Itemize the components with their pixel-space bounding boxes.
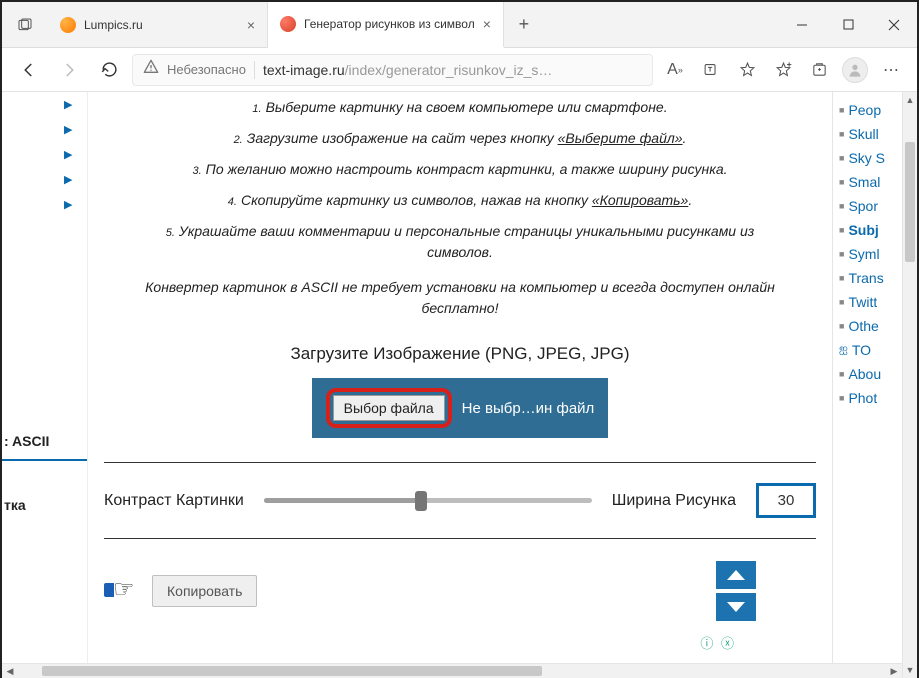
instruction-4: 4.Скопируйте картинку из символов, нажав… — [104, 185, 816, 216]
ad-info-icon[interactable]: ⓘ — [700, 636, 713, 651]
ad-close-icon[interactable]: ⓧ — [721, 636, 734, 651]
upload-label: Загрузите Изображение (PNG, JPEG, JPG) — [104, 344, 816, 364]
right-link[interactable]: ■Twitt — [837, 290, 898, 314]
window-controls — [779, 2, 917, 47]
expand-icon[interactable]: ▶ — [2, 167, 87, 192]
tab-title: Lumpics.ru — [84, 18, 239, 32]
page-viewport: ▶ ▶ ▶ ▶ ▶ : ASCII тка ■Peop ■Skull ■Sky … — [2, 92, 917, 678]
main-content: 1.Выберите картинку на своем компьютере … — [88, 92, 832, 663]
right-link[interactable]: ■Smal — [837, 170, 898, 194]
scrollbar-thumb[interactable] — [42, 666, 542, 676]
scroll-down-arrow-icon[interactable]: ▼ — [903, 662, 917, 678]
security-warning-icon — [143, 59, 159, 80]
controls-row: Контраст Картинки Ширина Рисунка — [104, 473, 816, 528]
minimize-button[interactable] — [779, 2, 825, 47]
right-link[interactable]: ■Othe — [837, 314, 898, 338]
right-link[interactable]: ■Spor — [837, 194, 898, 218]
right-link[interactable]: ஐTO — [837, 338, 898, 362]
sidebar-label-ascii[interactable]: : ASCII — [2, 427, 87, 461]
scroll-up-button[interactable] — [716, 561, 756, 589]
expand-icon[interactable]: ▶ — [2, 117, 87, 142]
close-tab-icon[interactable]: × — [247, 17, 255, 33]
instruction-2: 2.Загрузите изображение на сайт через кн… — [104, 123, 816, 154]
separator — [254, 61, 255, 79]
sidebar-label-tka[interactable]: тка — [2, 491, 87, 519]
scroll-buttons — [716, 561, 756, 621]
url-text: text-image.ru/index/generator_risunkov_i… — [263, 62, 552, 78]
instruction-1: 1.Выберите картинку на своем компьютере … — [104, 92, 816, 123]
tagline: Конвертер картинок в ASCII не требует ус… — [104, 272, 816, 324]
ad-close-row: ⓘ ⓧ — [104, 633, 816, 652]
profile-avatar[interactable] — [839, 54, 871, 86]
horizontal-scrollbar[interactable]: ◀ ▶ — [2, 663, 902, 678]
address-bar: Небезопасно text-image.ru/index/generato… — [2, 48, 917, 92]
maximize-button[interactable] — [825, 2, 871, 47]
right-link[interactable]: ■Sky S — [837, 146, 898, 170]
back-button[interactable] — [12, 53, 46, 87]
slider-thumb[interactable] — [415, 491, 427, 511]
url-bar[interactable]: Небезопасно text-image.ru/index/generato… — [132, 54, 653, 86]
contrast-label: Контраст Картинки — [104, 492, 244, 510]
instruction-5: 5.Украшайте ваши комментарии и персональ… — [104, 216, 816, 268]
width-input[interactable] — [756, 483, 816, 518]
forward-button[interactable] — [52, 53, 86, 87]
tab-title: Генератор рисунков из символ — [304, 17, 475, 31]
left-sidebar-fragment: ▶ ▶ ▶ ▶ ▶ : ASCII тка — [2, 92, 88, 663]
scrollbar-thumb[interactable] — [905, 142, 915, 262]
personal-tab-button[interactable] — [2, 2, 48, 47]
pointing-hand-icon — [104, 579, 142, 603]
right-link[interactable]: ■Skull — [837, 122, 898, 146]
expand-icon[interactable]: ▶ — [2, 142, 87, 167]
expand-icon[interactable]: ▶ — [2, 92, 87, 117]
expand-icon[interactable]: ▶ — [2, 192, 87, 217]
divider — [104, 538, 816, 539]
read-aloud-icon[interactable]: A» — [659, 54, 691, 86]
contrast-slider[interactable] — [264, 491, 592, 511]
refresh-button[interactable] — [92, 53, 126, 87]
right-link[interactable]: ■Trans — [837, 266, 898, 290]
security-label: Небезопасно — [167, 62, 246, 77]
copy-button[interactable]: Копировать — [152, 575, 257, 607]
divider — [104, 462, 816, 463]
upload-box: Выбор файла Не выбр…ин файл — [312, 378, 609, 438]
close-tab-icon[interactable]: × — [483, 16, 491, 32]
collections-icon[interactable] — [803, 54, 835, 86]
right-link[interactable]: ■Subj — [837, 218, 898, 242]
vertical-scrollbar[interactable]: ▲ ▼ — [902, 92, 917, 678]
close-window-button[interactable] — [871, 2, 917, 47]
copy-row: Копировать — [104, 549, 816, 633]
right-link[interactable]: ■Peop — [837, 98, 898, 122]
star-add-icon[interactable] — [731, 54, 763, 86]
favicon-icon — [60, 17, 76, 33]
right-link[interactable]: ■Phot — [837, 386, 898, 410]
tab-lumpics[interactable]: Lumpics.ru × — [48, 2, 268, 47]
tab-text-image[interactable]: Генератор рисунков из символ × — [268, 2, 504, 48]
favicon-icon — [280, 16, 296, 32]
page-content: ▶ ▶ ▶ ▶ ▶ : ASCII тка ■Peop ■Skull ■Sky … — [2, 92, 902, 663]
file-status: Не выбр…ин файл — [462, 400, 595, 417]
choose-file-button[interactable]: Выбор файла — [333, 395, 445, 421]
scroll-right-arrow-icon[interactable]: ▶ — [886, 664, 902, 678]
upload-wrap: Выбор файла Не выбр…ин файл — [104, 378, 816, 438]
scroll-up-arrow-icon[interactable]: ▲ — [903, 92, 917, 108]
new-tab-button[interactable]: + — [504, 2, 544, 47]
browser-titlebar: Lumpics.ru × Генератор рисунков из симво… — [2, 2, 917, 48]
favorites-icon[interactable] — [767, 54, 799, 86]
right-link[interactable]: ■Syml — [837, 242, 898, 266]
right-link[interactable]: ■Abou — [837, 362, 898, 386]
scroll-left-arrow-icon[interactable]: ◀ — [2, 664, 18, 678]
address-bar-actions: A» ⋯ — [659, 54, 907, 86]
menu-button[interactable]: ⋯ — [875, 54, 907, 86]
instruction-3: 3.По желанию можно настроить контраст ка… — [104, 154, 816, 185]
translate-icon[interactable] — [695, 54, 727, 86]
width-label: Ширина Рисунка — [612, 492, 736, 510]
highlight-frame: Выбор файла — [326, 388, 452, 428]
scroll-down-button[interactable] — [716, 593, 756, 621]
right-sidebar: ■Peop ■Skull ■Sky S ■Smal ■Spor ■Subj ■S… — [832, 92, 902, 663]
